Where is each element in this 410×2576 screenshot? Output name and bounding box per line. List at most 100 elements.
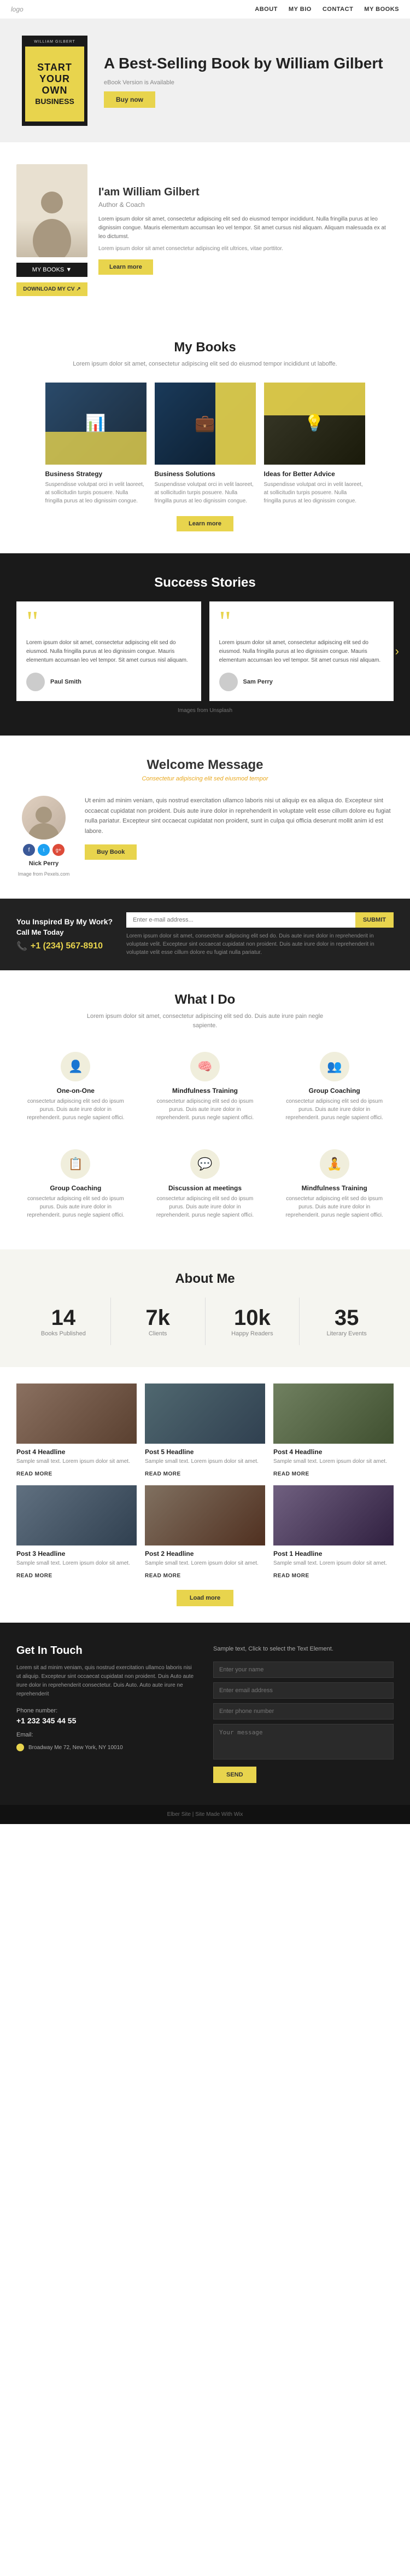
about-me-title: About Me (16, 1271, 394, 1287)
testimonial-card-2: " Lorem ipsum dolor sit amet, consectetu… (209, 601, 394, 702)
google-plus-icon[interactable]: g+ (52, 844, 65, 856)
post-2-read-more[interactable]: READ MORE (145, 1573, 181, 1579)
service-3-name: Group Coaching (25, 1184, 127, 1192)
book-word-business: BUSINESS (35, 97, 74, 106)
welcome-header: Welcome Message Consectetur adipiscing e… (16, 757, 394, 782)
service-4-desc: consectetur adipiscing elit sed do ipsum… (154, 1195, 256, 1219)
post-5-image (145, 1383, 265, 1444)
service-2-desc: consectetur adipiscing elit sed do ipsum… (283, 1097, 385, 1122)
phone-icon: 📞 (16, 941, 27, 952)
post-5-read-more[interactable]: READ MORE (145, 1471, 181, 1477)
post-1-read-more[interactable]: READ MORE (273, 1573, 309, 1579)
stat-2-label: Happy Readers (211, 1330, 294, 1337)
book-card-2-image: 💼 (155, 383, 256, 465)
books-grid: 📊 Business Strategy Suspendisse volutpat… (16, 383, 394, 505)
cta-desc-text: Lorem ipsum dolor sit amet, consectetur … (126, 932, 394, 957)
post-1-desc: Sample small text. Lorem ipsum dolor sit… (273, 1560, 394, 1567)
testimonial-2-text: Lorem ipsum dolor sit amet, consectetur … (219, 639, 384, 665)
navbar: logo ABOUT MY BIO CONTACT MY BOOKS (0, 0, 410, 19)
post-5-headline: Post 5 Headline (145, 1448, 265, 1456)
contact-title: Get In Touch (16, 1645, 197, 1657)
book-word-start: START (37, 62, 72, 73)
post-4-read-more[interactable]: READ MORE (16, 1471, 52, 1477)
cta-strip: You Inspired By My Work? Call Me Today 📞… (0, 899, 410, 970)
nav-link-books[interactable]: MY BOOKS (364, 6, 399, 13)
service-1-desc: consectetur adipiscing elit sed do ipsum… (154, 1097, 256, 1122)
facebook-icon[interactable]: f (23, 844, 35, 856)
post-1-image (273, 1485, 394, 1545)
welcome-person: f t g+ Nick Perry Image from Pexels.com (16, 796, 71, 877)
carousel-next-arrow[interactable]: › (395, 644, 399, 658)
service-card-5: 🧘 Mindfulness Training consectetur adipi… (275, 1141, 394, 1228)
welcome-person-silhouette (27, 804, 60, 840)
form-field-email (213, 1682, 394, 1699)
contact-right-placeholder: Sample text, Click to select the Text El… (213, 1645, 394, 1654)
welcome-body: f t g+ Nick Perry Image from Pexels.com … (16, 796, 394, 877)
what-i-do-subtitle: Lorem ipsum dolor sit amet, consectetur … (82, 1012, 328, 1030)
contact-right: Sample text, Click to select the Text El… (213, 1645, 394, 1783)
cta-submit-button[interactable]: SUBMIT (355, 912, 394, 928)
welcome-person-name: Nick Perry (29, 860, 58, 867)
stat-1-label: Clients (116, 1330, 200, 1337)
nav-link-bio[interactable]: MY BIO (289, 6, 312, 13)
download-cv-button[interactable]: DOWNLOAD MY CV ↗ (16, 282, 87, 296)
contact-message-input[interactable] (213, 1724, 394, 1759)
book-card-1: 📊 Business Strategy Suspendisse volutpat… (45, 383, 147, 505)
stat-1-number: 7k (116, 1306, 200, 1330)
contact-email-input[interactable] (213, 1682, 394, 1699)
hero-title: A Best-Selling Book by William Gilbert (104, 54, 383, 73)
service-card-3: 📋 Group Coaching consectetur adipiscing … (16, 1141, 135, 1228)
post-3-image (16, 1485, 137, 1545)
book-word-own: OWN (42, 85, 68, 96)
nav-link-about[interactable]: ABOUT (255, 6, 278, 13)
person-silhouette-icon (30, 186, 74, 257)
book-card-2: 💼 Business Solutions Suspendisse volutpa… (155, 383, 256, 505)
nav-link-contact[interactable]: CONTACT (323, 6, 353, 13)
stat-0: 14 Books Published (16, 1298, 111, 1345)
about-me-section: About Me 14 Books Published 7k Clients 1… (0, 1249, 410, 1367)
hero-buy-button[interactable]: Buy now (104, 91, 155, 108)
form-field-name (213, 1662, 394, 1678)
post-6-read-more[interactable]: READ MORE (273, 1471, 309, 1477)
buy-book-button[interactable]: Buy Book (85, 844, 137, 860)
contact-phone-input[interactable] (213, 1703, 394, 1720)
books-browse-button[interactable]: Learn more (177, 516, 233, 531)
book-word-your: YOUR (39, 73, 70, 85)
my-books-button[interactable]: MY BOOKS ▼ (16, 263, 87, 277)
welcome-avatar-img (22, 796, 66, 840)
post-3-read-more[interactable]: READ MORE (16, 1573, 52, 1579)
contact-body: Lorem sit ad minim veniam, quis nostrud … (16, 1664, 197, 1699)
cta-email-input[interactable] (126, 912, 355, 928)
post-4-headline: Post 4 Headline (16, 1448, 137, 1456)
contact-name-input[interactable] (213, 1662, 394, 1678)
service-4-name: Discussion at meetings (154, 1184, 256, 1192)
post-6-desc: Sample small text. Lorem ipsum dolor sit… (273, 1458, 394, 1466)
contact-phone-value: +1 232 345 44 55 (16, 1716, 197, 1725)
hero-section: WILLIAM GILBERT START YOUR OWN BUSINESS … (0, 19, 410, 142)
posts-load-more-container: Load more (16, 1590, 394, 1606)
post-4-desc: Sample small text. Lorem ipsum dolor sit… (16, 1458, 137, 1466)
post-card-5: Post 5 Headline Sample small text. Lorem… (145, 1383, 265, 1477)
load-more-button[interactable]: Load more (177, 1590, 233, 1606)
post-5-desc: Sample small text. Lorem ipsum dolor sit… (145, 1458, 265, 1466)
service-5-desc: consectetur adipiscing elit sed do ipsum… (283, 1195, 385, 1219)
quote-mark-2: " (219, 611, 384, 633)
contact-left: Get In Touch Lorem sit ad minim veniam, … (16, 1645, 197, 1783)
stats-row: 14 Books Published 7k Clients 10k Happy … (16, 1298, 394, 1345)
author-info: I'am William Gilbert Author & Coach Lore… (98, 186, 394, 275)
post-1-headline: Post 1 Headline (273, 1550, 394, 1558)
author-section: MY BOOKS ▼ DOWNLOAD MY CV ↗ I'am William… (0, 142, 410, 318)
learn-more-button[interactable]: Learn more (98, 259, 153, 275)
author-image-container: MY BOOKS ▼ DOWNLOAD MY CV ↗ (16, 164, 87, 296)
post-2-image (145, 1485, 265, 1545)
contact-send-button[interactable]: SEND (213, 1767, 256, 1783)
welcome-paragraph: Ut enim ad minim veniam, quis nostrud ex… (85, 796, 394, 837)
post-card-2: Post 2 Headline Sample small text. Lorem… (145, 1485, 265, 1579)
testimonials-container: " Lorem ipsum dolor sit amet, consectetu… (16, 601, 394, 702)
service-3-desc: consectetur adipiscing elit sed do ipsum… (25, 1195, 127, 1219)
book-author-name: WILLIAM GILBERT (34, 40, 75, 44)
book-card-2-title: Business Solutions (155, 470, 256, 478)
twitter-icon[interactable]: t (38, 844, 50, 856)
author-2-avatar (219, 673, 238, 691)
post-3-headline: Post 3 Headline (16, 1550, 137, 1558)
